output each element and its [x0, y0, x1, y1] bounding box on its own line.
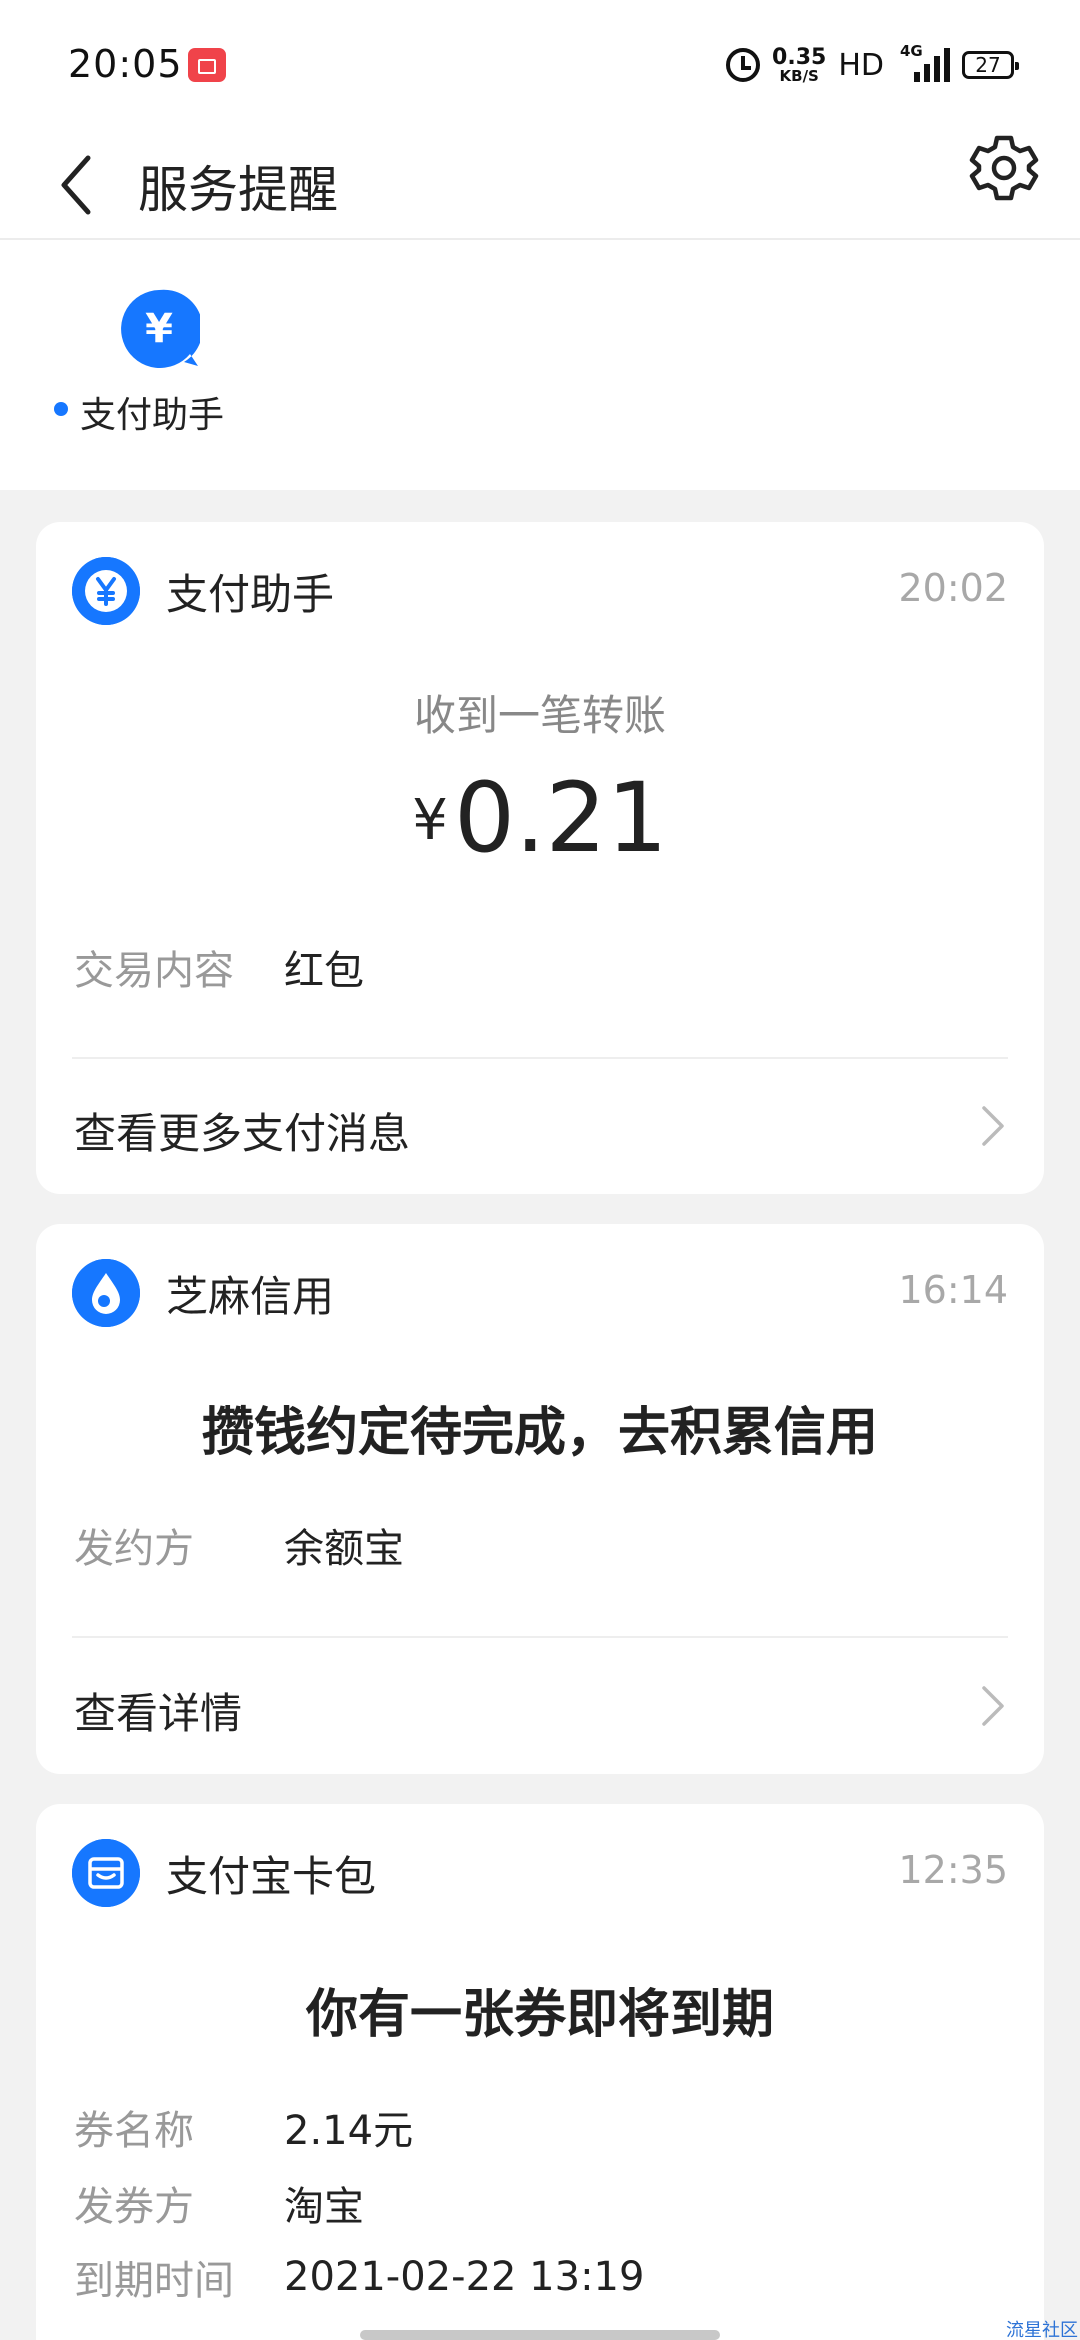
gear-icon — [969, 135, 1039, 201]
status-indicators: 0.35 KB/S HD 4G 27 — [726, 42, 1019, 88]
card-header: 芝麻信用 — [72, 1258, 334, 1328]
message-card-credit: 芝麻信用 16:14 攒钱约定待完成，去积累信用 发约方 余额宝 查看详情 — [36, 1224, 1044, 1774]
status-time: 20:05 — [68, 42, 183, 86]
battery-level: 27 — [975, 53, 1001, 77]
detail-key: 发券方 — [74, 2184, 194, 2230]
card-header: 支付宝卡包 — [72, 1838, 376, 1908]
net-speed-value: 0.35 — [772, 44, 827, 70]
card-sender-name: 支付宝卡包 — [166, 1851, 377, 1901]
card-headline: 攒钱约定待完成，去积累信用 — [201, 1403, 878, 1463]
detail-row: 发券方 淘宝 — [74, 2174, 364, 2232]
amount-value: 0.21 — [453, 762, 668, 874]
message-card-payment: 支付助手 20:02 收到一笔转账 ¥0.21 交易内容 红包 查看更多支付消息 — [36, 522, 1044, 1194]
nav-header: 服务提醒 — [0, 130, 1080, 240]
card-header: 支付助手 — [72, 556, 334, 626]
payment-assistant-logo — [72, 557, 140, 625]
alarm-icon — [726, 48, 761, 82]
yen-icon — [72, 557, 140, 625]
detail-key: 发约方 — [74, 1526, 194, 1572]
card-divider — [72, 1057, 1008, 1059]
card-time: 12:35 — [898, 1848, 1008, 1892]
detail-key: 交易内容 — [74, 948, 234, 994]
currency-symbol: ¥ — [412, 788, 448, 853]
detail-row: 发约方 余额宝 — [74, 1516, 404, 1574]
detail-value: 红包 — [284, 948, 364, 994]
status-bar: 20:05 0.35 KB/S HD 4G 27 — [0, 0, 1080, 130]
back-button[interactable] — [50, 150, 110, 220]
drop-icon — [72, 1259, 140, 1327]
yen-bubble-icon: ¥ — [121, 289, 203, 368]
detail-value: 2.14元 — [284, 2108, 414, 2154]
card-headline: 你有一张券即将到期 — [305, 1985, 774, 2045]
account-label[interactable]: 支付助手 — [80, 386, 224, 438]
more-payment-messages-link[interactable]: 查看更多支付消息 — [74, 1100, 410, 1161]
card-divider — [72, 1636, 1008, 1638]
card-time: 16:14 — [898, 1268, 1008, 1312]
service-account-strip: ¥ 支付助手 — [0, 240, 1080, 490]
battery-icon: 27 — [962, 51, 1019, 79]
view-details-link[interactable]: 查看详情 — [74, 1680, 242, 1741]
detail-row: 到期时间 2021-02-22 13:19 — [74, 2248, 644, 2306]
chevron-left-icon — [61, 155, 91, 215]
card-sender-name: 支付助手 — [166, 569, 335, 619]
net-speed-unit: KB/S — [779, 66, 819, 85]
detail-key: 券名称 — [74, 2108, 194, 2154]
transfer-amount: ¥0.21 — [36, 762, 1044, 874]
card-wallet-logo — [72, 1839, 140, 1907]
transfer-subtitle: 收到一笔转账 — [413, 691, 666, 740]
signal-icon: 4G — [896, 42, 950, 82]
watermark-text: 流星社区 — [1006, 2320, 1078, 2340]
detail-value: 2021-02-22 13:19 — [284, 2254, 645, 2300]
sesame-credit-logo — [72, 1259, 140, 1327]
page-title: 服务提醒 — [138, 161, 338, 219]
detail-value: 余额宝 — [284, 1526, 404, 1572]
message-card-wallet: 支付宝卡包 12:35 你有一张券即将到期 券名称 2.14元 发券方 淘宝 到… — [36, 1804, 1044, 2340]
net-speed: 0.35 KB/S — [772, 44, 827, 85]
settings-button[interactable] — [966, 130, 1042, 206]
detail-key: 到期时间 — [74, 2258, 234, 2304]
hd-label: HD — [838, 47, 884, 83]
card-time: 20:02 — [898, 566, 1008, 610]
wallet-icon — [72, 1839, 140, 1907]
screen-record-icon — [188, 48, 226, 82]
detail-value: 淘宝 — [284, 2184, 364, 2230]
yen-glyph: ¥ — [145, 306, 173, 352]
home-indicator[interactable] — [360, 2330, 720, 2340]
detail-row: 交易内容 红包 — [74, 938, 364, 996]
detail-row: 券名称 2.14元 — [74, 2098, 413, 2156]
chevron-right-icon[interactable] — [978, 1684, 1008, 1728]
network-type: 4G — [900, 42, 923, 60]
payment-assistant-account[interactable]: ¥ — [118, 288, 203, 370]
chevron-right-icon[interactable] — [978, 1104, 1008, 1148]
card-sender-name: 芝麻信用 — [166, 1271, 335, 1321]
unread-dot — [54, 402, 68, 416]
